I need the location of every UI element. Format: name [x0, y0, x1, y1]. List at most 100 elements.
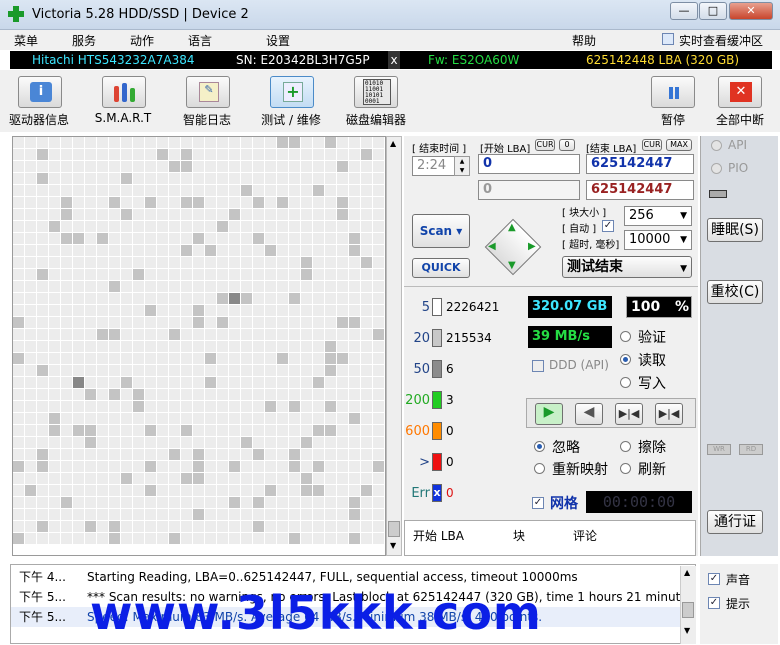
- scroll-up-icon[interactable]: ▲: [684, 568, 690, 577]
- recalibrate-button[interactable]: 重校(C): [707, 280, 763, 304]
- start-cur-button[interactable]: CUR: [535, 139, 555, 151]
- scan-block: [85, 185, 96, 196]
- scan-button[interactable]: Scan ▾: [412, 214, 470, 248]
- pause-button[interactable]: [651, 76, 695, 108]
- scan-block: [289, 149, 300, 160]
- play-icon[interactable]: ▶: [535, 403, 563, 425]
- maximize-button[interactable]: □: [699, 2, 727, 20]
- passport-button[interactable]: 通行证: [707, 510, 763, 534]
- quick-button[interactable]: QUICK: [412, 258, 470, 278]
- scroll-up-icon[interactable]: ▲: [390, 139, 396, 148]
- auto-checkbox[interactable]: ✓: [602, 220, 614, 232]
- end-max-button[interactable]: MAX: [666, 139, 692, 151]
- menu-service[interactable]: 服务: [72, 32, 96, 49]
- scan-block: [61, 389, 72, 400]
- menu-action[interactable]: 动作: [130, 32, 154, 49]
- scan-block: [373, 281, 384, 292]
- scan-block: [49, 389, 60, 400]
- column-comment[interactable]: 评论: [573, 527, 597, 544]
- scan-block: [13, 389, 24, 400]
- close-drive-info[interactable]: x: [388, 51, 400, 69]
- arrow-right-icon[interactable]: ▶: [528, 241, 536, 252]
- read-radio[interactable]: [620, 354, 631, 365]
- scan-block: [145, 377, 156, 388]
- log-scroll-thumb[interactable]: [682, 602, 694, 618]
- abort-all-button[interactable]: ✕: [718, 76, 762, 108]
- menu-menu[interactable]: 菜单: [14, 32, 38, 49]
- scan-block: [325, 341, 336, 352]
- scan-block: [169, 461, 180, 472]
- skip-back-icon[interactable]: ▶|◀: [615, 403, 643, 425]
- arrow-down-icon[interactable]: ▼: [508, 260, 516, 271]
- scan-block: [253, 269, 264, 280]
- smart-button[interactable]: [102, 76, 146, 108]
- drive-model[interactable]: Hitachi HTS543232A7A384: [32, 51, 195, 69]
- scan-block: [229, 425, 240, 436]
- erase-radio[interactable]: [620, 441, 631, 452]
- log-row[interactable]: 下午 4... Starting Reading, LBA=0..62514244…: [11, 567, 681, 587]
- scan-block: [277, 329, 288, 340]
- scan-block: [109, 293, 120, 304]
- menu-language[interactable]: 语言: [188, 32, 212, 49]
- end-lba-field[interactable]: 625142447: [586, 154, 694, 174]
- grid-scroll-thumb[interactable]: [388, 521, 400, 537]
- ignore-radio[interactable]: [534, 441, 545, 452]
- grid-checkbox[interactable]: ✓: [532, 497, 544, 509]
- arrow-up-icon[interactable]: ▲: [508, 222, 516, 233]
- disk-editor-button[interactable]: 01010 11001 10101 0001: [354, 76, 398, 108]
- scan-block: [325, 209, 336, 220]
- sleep-button[interactable]: 睡眠(S): [707, 218, 763, 242]
- direction-pad[interactable]: ▲ ▼ ◀ ▶: [484, 218, 542, 276]
- end-time-field[interactable]: 2:24: [412, 156, 460, 176]
- realtime-cache-checkbox[interactable]: [662, 33, 674, 45]
- scan-block: [109, 413, 120, 424]
- scan-control-panel: [ 结束时间 ] [开始 LBA] CUR 0 [结束 LBA] CUR MAX…: [404, 136, 698, 556]
- log-scrollbar[interactable]: ▲ ▼: [680, 566, 696, 644]
- minimize-button[interactable]: —: [670, 2, 698, 20]
- reverse-icon[interactable]: ◀: [575, 403, 603, 425]
- verify-radio[interactable]: [620, 331, 631, 342]
- scroll-down-icon[interactable]: ▼: [684, 626, 690, 635]
- skip-end-icon[interactable]: ▶|◀: [655, 403, 683, 425]
- block-size-select[interactable]: 256 ▼: [624, 206, 692, 226]
- scan-block: [37, 389, 48, 400]
- scan-block: [373, 137, 384, 148]
- ddd-api-checkbox[interactable]: [532, 360, 544, 372]
- refresh-radio[interactable]: [620, 463, 631, 474]
- start-lba-field[interactable]: 0: [478, 154, 580, 174]
- menu-settings[interactable]: 设置: [266, 32, 290, 49]
- scan-block: [169, 341, 180, 352]
- test-repair-button[interactable]: +: [270, 76, 314, 108]
- grid-scrollbar[interactable]: ▲ ▼: [386, 136, 402, 556]
- scan-block: [109, 209, 120, 220]
- time-spinner[interactable]: ▲ ▼: [454, 156, 470, 176]
- smart-log-button[interactable]: ✎: [186, 76, 230, 108]
- scan-block: [313, 185, 324, 196]
- scan-block: [157, 317, 168, 328]
- remap-radio[interactable]: [534, 463, 545, 474]
- arrow-left-icon[interactable]: ◀: [488, 241, 496, 252]
- scan-block: [361, 377, 372, 388]
- scan-block: [313, 449, 324, 460]
- hint-checkbox[interactable]: ✓: [708, 597, 720, 609]
- scroll-down-icon[interactable]: ▼: [390, 541, 396, 550]
- column-start-lba[interactable]: 开始 LBA: [413, 527, 464, 544]
- column-block[interactable]: 块: [513, 527, 525, 544]
- api-radio[interactable]: [711, 140, 722, 151]
- sound-checkbox[interactable]: ✓: [708, 573, 720, 585]
- drive-info-button[interactable]: i: [18, 76, 62, 108]
- scan-block: [301, 329, 312, 340]
- scan-block: [349, 365, 360, 376]
- write-radio[interactable]: [620, 377, 631, 388]
- end-cur-button[interactable]: CUR: [642, 139, 662, 151]
- scan-block: [253, 305, 264, 316]
- close-button[interactable]: ✕: [729, 2, 773, 20]
- scan-block: [181, 221, 192, 232]
- scan-block: [349, 497, 360, 508]
- scan-block: [49, 257, 60, 268]
- start-zero-button[interactable]: 0: [559, 139, 575, 151]
- pio-radio[interactable]: [711, 163, 722, 174]
- timeout-select[interactable]: 10000 ▼: [624, 230, 692, 250]
- test-result-select[interactable]: 测试结束 ▼: [562, 256, 692, 278]
- menu-help[interactable]: 帮助: [572, 32, 596, 49]
